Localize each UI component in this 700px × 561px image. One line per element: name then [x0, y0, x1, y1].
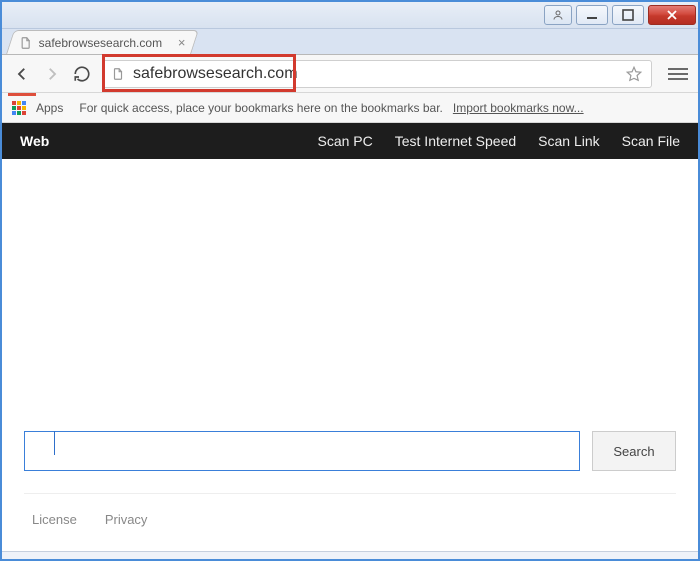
apps-grid-icon[interactable] — [12, 101, 26, 115]
page-icon — [19, 36, 33, 50]
browser-tab[interactable]: safebrowsesearch.com × — [6, 30, 199, 54]
text-caret — [54, 431, 55, 455]
tab-strip: safebrowsesearch.com × — [2, 29, 698, 55]
bookmarks-bar: Apps For quick access, place your bookma… — [2, 93, 698, 123]
accent-stripe — [8, 93, 36, 96]
nav-link-scanpc[interactable]: Scan PC — [317, 133, 372, 149]
footer-links: License Privacy — [24, 493, 676, 551]
nav-link-scanlink[interactable]: Scan Link — [538, 133, 599, 149]
site-navbar: Web Scan PC Test Internet Speed Scan Lin… — [2, 123, 698, 159]
reload-button[interactable] — [72, 64, 92, 84]
menu-button[interactable] — [668, 64, 688, 84]
user-button[interactable] — [544, 5, 572, 25]
back-button[interactable] — [12, 64, 32, 84]
page-icon — [111, 67, 125, 81]
nav-link-scanfile[interactable]: Scan File — [622, 133, 680, 149]
footer-link-license[interactable]: License — [32, 512, 77, 527]
tab-close-icon[interactable]: × — [178, 36, 186, 49]
page-content: Search License Privacy — [2, 159, 698, 551]
site-brand[interactable]: Web — [20, 133, 49, 149]
address-text: safebrowsesearch.com — [133, 65, 617, 83]
footer-link-privacy[interactable]: Privacy — [105, 512, 148, 527]
search-button[interactable]: Search — [592, 431, 676, 471]
address-bar[interactable]: safebrowsesearch.com — [102, 60, 652, 88]
bookmarks-hint: For quick access, place your bookmarks h… — [79, 101, 443, 115]
search-input[interactable] — [24, 431, 580, 471]
window-frame-bottom — [2, 551, 698, 559]
nav-link-testspeed[interactable]: Test Internet Speed — [395, 133, 516, 149]
bookmark-star-icon[interactable] — [625, 65, 643, 83]
import-bookmarks-link[interactable]: Import bookmarks now... — [453, 101, 584, 115]
apps-label[interactable]: Apps — [36, 101, 63, 115]
browser-toolbar: safebrowsesearch.com — [2, 55, 698, 93]
maximize-button[interactable] — [612, 5, 644, 25]
minimize-button[interactable] — [576, 5, 608, 25]
tab-title: safebrowsesearch.com — [39, 36, 162, 50]
forward-button[interactable] — [42, 64, 62, 84]
window-titlebar — [2, 2, 698, 29]
close-button[interactable] — [648, 5, 696, 25]
